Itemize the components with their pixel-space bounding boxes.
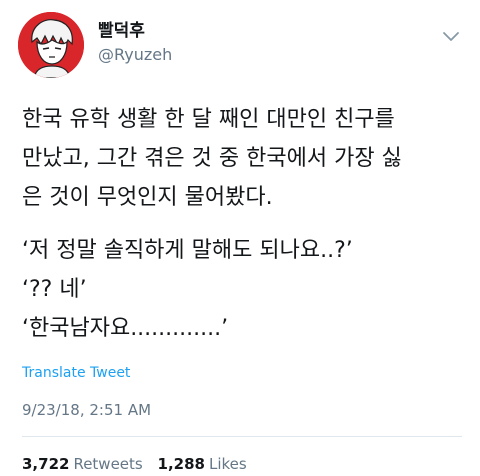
tweet-quote-line: ‘?? 네’ xyxy=(22,277,87,302)
tweet-card: 빨덕후 @Ryuzeh 한국 유학 생활 한 달 째인 대만인 친구를 만났고,… xyxy=(0,0,480,476)
user-info: 빨덕후 @Ryuzeh xyxy=(98,20,172,66)
tweet-quote-line: ‘한국남자요.............’ xyxy=(22,316,229,341)
retweets-stat[interactable]: 3,722 Retweets xyxy=(22,455,158,473)
user-handle[interactable]: @Ryuzeh xyxy=(98,44,172,66)
tweet-timestamp[interactable]: 9/23/18, 2:51 AM xyxy=(22,400,151,420)
tweet-line: 한국 유학 생활 한 달 째인 대만인 친구를 xyxy=(22,107,395,132)
retweets-label: Retweets xyxy=(73,455,143,473)
tweet-line: 은 것이 무엇인지 물어봤다. xyxy=(22,185,273,210)
tweet-quote-line: ‘저 정말 솔직하게 말해도 되나요..?’ xyxy=(22,238,353,263)
translate-tweet-link[interactable]: Translate Tweet xyxy=(22,363,130,383)
tweet-header: 빨덕후 @Ryuzeh xyxy=(18,12,464,82)
avatar[interactable] xyxy=(18,12,84,78)
display-name[interactable]: 빨덕후 xyxy=(98,20,172,42)
likes-label: Likes xyxy=(208,455,247,473)
tweet-line: 만났고, 그간 겪은 것 중 한국에서 가장 싫 xyxy=(22,146,402,171)
likes-stat[interactable]: 1,288 Likes xyxy=(158,455,257,473)
retweets-count: 3,722 xyxy=(22,455,70,473)
avatar-illustration xyxy=(18,12,84,78)
tweet-text: 한국 유학 생활 한 달 째인 대만인 친구를 만났고, 그간 겪은 것 중 한… xyxy=(22,100,462,348)
likes-count: 1,288 xyxy=(157,455,205,473)
tweet-stats: 3,722 Retweets 1,288 Likes xyxy=(22,454,257,474)
divider xyxy=(22,436,462,437)
chevron-down-icon[interactable] xyxy=(442,28,460,41)
